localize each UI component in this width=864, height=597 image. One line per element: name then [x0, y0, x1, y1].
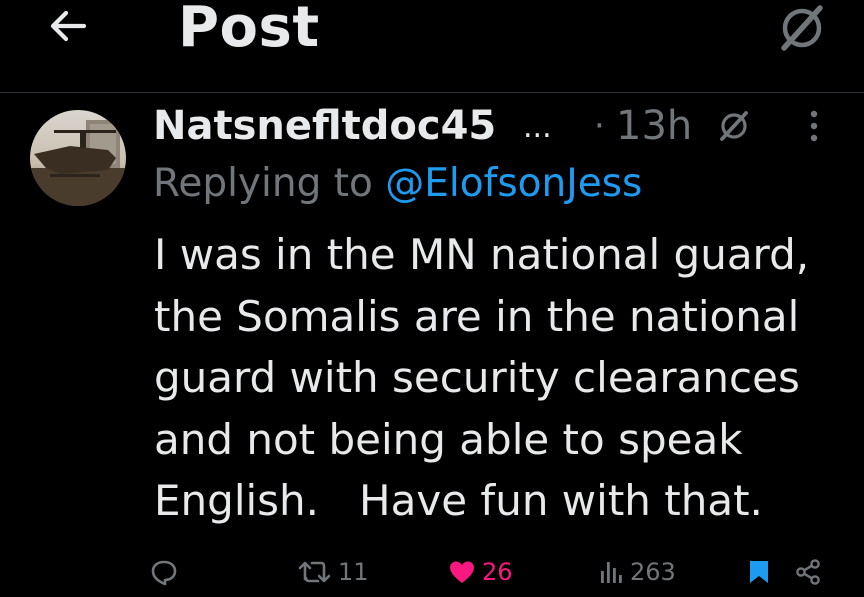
like-button[interactable]: 26 [448, 548, 513, 596]
name-truncation: ... [523, 110, 552, 145]
more-options-button[interactable] [796, 104, 832, 148]
like-count: 26 [482, 558, 513, 586]
arrow-left-icon [46, 4, 90, 48]
share-icon [794, 558, 822, 586]
repost-icon [298, 559, 332, 585]
action-bar: 11 26 263 [0, 548, 864, 596]
bookmark-button[interactable] [748, 548, 770, 596]
grok-explain-button[interactable] [712, 104, 756, 148]
author-name[interactable]: Natsnefltdoc45 [153, 98, 496, 154]
replying-to-label: Replying to [153, 161, 373, 206]
bar-chart-icon [598, 559, 624, 585]
back-button[interactable] [44, 2, 92, 50]
more-vertical-icon [808, 108, 820, 144]
post-timestamp[interactable]: 13h [616, 98, 692, 154]
reply-handle-link[interactable]: @ElofsonJess [385, 161, 642, 206]
heart-filled-icon [448, 559, 476, 585]
grok-icon [716, 109, 752, 143]
page-title: Post [178, 0, 320, 60]
share-button[interactable] [794, 548, 822, 596]
top-bar: Post [0, 0, 864, 93]
post-text: I was in the MN national guard, the Soma… [154, 230, 810, 525]
bookmark-filled-icon [748, 559, 770, 585]
avatar[interactable] [30, 110, 126, 206]
grok-icon [774, 2, 830, 54]
grok-button[interactable] [770, 0, 834, 56]
repost-count: 11 [338, 558, 369, 586]
reply-icon [150, 558, 178, 586]
views-button[interactable]: 263 [598, 548, 676, 596]
replying-to: Replying to @ElofsonJess [153, 156, 642, 212]
reply-button[interactable] [150, 548, 184, 596]
repost-button[interactable]: 11 [298, 548, 369, 596]
separator-dot: · [594, 106, 605, 146]
views-count: 263 [630, 558, 676, 586]
